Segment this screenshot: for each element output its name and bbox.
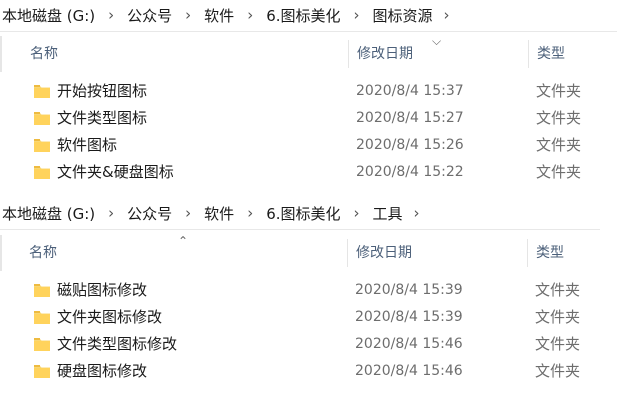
item-date: 2020/8/4 15:46: [355, 363, 463, 379]
folder-icon: [34, 85, 50, 98]
divider: [0, 31, 617, 32]
item-name: 文件类型图标修改: [57, 335, 178, 353]
item-type: 文件夹: [535, 362, 581, 380]
item-type: 文件夹: [536, 109, 582, 127]
column-header-row: 名称 ⌵ 修改日期 类型: [0, 34, 617, 72]
chevron-right-icon[interactable]: ›: [174, 204, 202, 222]
breadcrumb-software[interactable]: 软件: [202, 5, 236, 26]
chevron-up-icon: ⌃: [178, 234, 189, 248]
breadcrumb-software[interactable]: 软件: [202, 203, 236, 224]
item-name: 软件图标: [57, 136, 118, 154]
breadcrumb-drive[interactable]: 本地磁盘 (G:): [0, 5, 97, 26]
breadcrumb-tools[interactable]: 工具: [371, 203, 405, 224]
folder-icon: [34, 338, 50, 351]
list-item[interactable]: 磁贴图标修改 2020/8/4 15:39 文件夹: [0, 277, 617, 304]
chevron-down-icon: ⌵: [432, 34, 442, 48]
item-date: 2020/8/4 15:26: [356, 137, 464, 153]
list-item[interactable]: 硬盘图标修改 2020/8/4 15:46 文件夹: [0, 358, 617, 385]
chevron-right-icon[interactable]: ›: [343, 6, 371, 24]
chevron-right-icon[interactable]: ›: [236, 204, 264, 222]
header-edge: [0, 36, 2, 72]
folder-icon: [34, 284, 50, 297]
chevron-right-icon[interactable]: ›: [236, 6, 264, 24]
item-type: 文件夹: [535, 335, 581, 353]
breadcrumb-public-account[interactable]: 公众号: [125, 5, 174, 26]
chevron-right-icon[interactable]: ›: [174, 6, 202, 24]
item-type: 文件夹: [535, 281, 581, 299]
item-name: 文件类型图标: [57, 109, 148, 127]
item-date: 2020/8/4 15:46: [355, 336, 463, 352]
list-item[interactable]: 文件类型图标 2020/8/4 15:27 文件夹: [0, 105, 617, 132]
item-type: 文件夹: [535, 308, 581, 326]
column-divider[interactable]: [527, 239, 528, 267]
item-type: 文件夹: [536, 82, 582, 100]
column-divider[interactable]: [348, 40, 349, 68]
item-name: 文件夹&硬盘图标: [57, 163, 174, 181]
column-header-name[interactable]: 名称: [29, 235, 57, 271]
folder-icon: [34, 112, 50, 125]
item-date: 2020/8/4 15:39: [355, 282, 463, 298]
breadcrumb-public-account[interactable]: 公众号: [125, 203, 174, 224]
header-edge: [0, 235, 2, 271]
item-name: 硬盘图标修改: [57, 362, 148, 380]
item-date: 2020/8/4 15:39: [355, 309, 463, 325]
item-type: 文件夹: [536, 136, 582, 154]
folder-icon: [34, 365, 50, 378]
folder-icon: [34, 139, 50, 152]
breadcrumb-drive[interactable]: 本地磁盘 (G:): [0, 203, 97, 224]
list-item[interactable]: 文件类型图标修改 2020/8/4 15:46 文件夹: [0, 331, 617, 358]
column-header-row: 名称 ⌃ 修改日期 类型: [0, 235, 617, 271]
column-header-date[interactable]: 修改日期: [357, 36, 413, 72]
folder-icon: [34, 166, 50, 179]
item-date: 2020/8/4 15:22: [356, 164, 464, 180]
item-name: 开始按钮图标: [57, 82, 148, 100]
column-header-type[interactable]: 类型: [537, 36, 565, 72]
column-divider[interactable]: [528, 40, 529, 68]
item-type: 文件夹: [536, 163, 582, 181]
list-item[interactable]: 开始按钮图标 2020/8/4 15:37 文件夹: [0, 78, 617, 105]
column-divider[interactable]: [347, 239, 348, 267]
breadcrumb: 本地磁盘 (G:) › 公众号 › 软件 › 6.图标美化 › 工具 ›: [0, 199, 429, 227]
list-item[interactable]: 软件图标 2020/8/4 15:26 文件夹: [0, 132, 617, 159]
column-header-date[interactable]: 修改日期: [356, 235, 412, 271]
chevron-right-icon[interactable]: ›: [97, 6, 125, 24]
list-item[interactable]: 文件夹图标修改 2020/8/4 15:39 文件夹: [0, 304, 617, 331]
breadcrumb: 本地磁盘 (G:) › 公众号 › 软件 › 6.图标美化 › 图标资源 ›: [0, 1, 459, 29]
chevron-right-icon[interactable]: ›: [435, 6, 459, 24]
column-header-type[interactable]: 类型: [536, 235, 564, 271]
item-date: 2020/8/4 15:27: [356, 110, 464, 126]
item-name: 文件夹图标修改: [57, 308, 163, 326]
divider: [0, 229, 600, 230]
breadcrumb-icon-beautify[interactable]: 6.图标美化: [264, 5, 342, 26]
breadcrumb-icon-resources[interactable]: 图标资源: [371, 5, 435, 26]
chevron-right-icon[interactable]: ›: [343, 204, 371, 222]
breadcrumb-icon-beautify[interactable]: 6.图标美化: [264, 203, 342, 224]
chevron-right-icon[interactable]: ›: [405, 204, 429, 222]
column-header-name[interactable]: 名称: [30, 36, 58, 72]
item-name: 磁贴图标修改: [57, 281, 148, 299]
item-date: 2020/8/4 15:37: [356, 83, 464, 99]
list-item[interactable]: 文件夹&硬盘图标 2020/8/4 15:22 文件夹: [0, 159, 617, 186]
folder-icon: [34, 311, 50, 324]
chevron-right-icon[interactable]: ›: [97, 204, 125, 222]
